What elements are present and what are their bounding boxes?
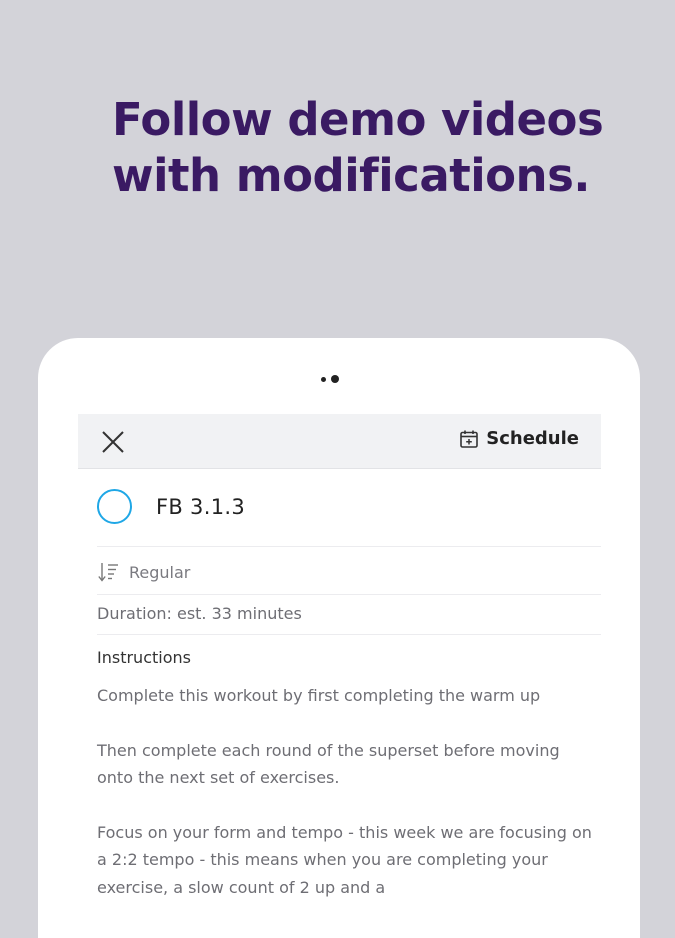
instruction-paragraph: Focus on your form and tempo - this week… xyxy=(97,822,592,897)
calendar-add-icon xyxy=(460,430,479,448)
headline-line-1: Follow demo videos xyxy=(112,93,604,146)
workout-toolbar: Schedule xyxy=(78,414,601,469)
instructions-heading: Instructions xyxy=(97,648,191,667)
instructions-body: Complete this workout by first completin… xyxy=(97,682,597,928)
workout-duration: Duration: est. 33 minutes xyxy=(97,604,302,623)
divider xyxy=(97,546,601,547)
divider xyxy=(97,594,601,595)
workout-type-row: Regular xyxy=(97,560,190,584)
sort-icon xyxy=(98,563,118,582)
page-indicator xyxy=(321,375,339,383)
promo-headline: Follow demo videos with modifications. xyxy=(112,92,612,204)
incomplete-circle-icon[interactable] xyxy=(97,489,132,524)
workout-type-label: Regular xyxy=(129,562,191,582)
divider xyxy=(97,634,601,635)
schedule-label: Schedule xyxy=(486,428,579,449)
close-icon xyxy=(102,431,124,453)
page-dot-1 xyxy=(321,376,326,382)
page-dot-2-active xyxy=(331,375,339,383)
workout-title: FB 3.1.3 xyxy=(156,494,245,519)
schedule-button[interactable]: Schedule xyxy=(459,428,579,449)
headline-line-2: with modifications. xyxy=(112,149,590,202)
instruction-paragraph: Then complete each round of the superset… xyxy=(97,740,560,788)
instruction-paragraph: Complete this workout by first completin… xyxy=(97,686,541,705)
close-button[interactable] xyxy=(100,429,126,455)
workout-title-row: FB 3.1.3 xyxy=(97,489,245,524)
